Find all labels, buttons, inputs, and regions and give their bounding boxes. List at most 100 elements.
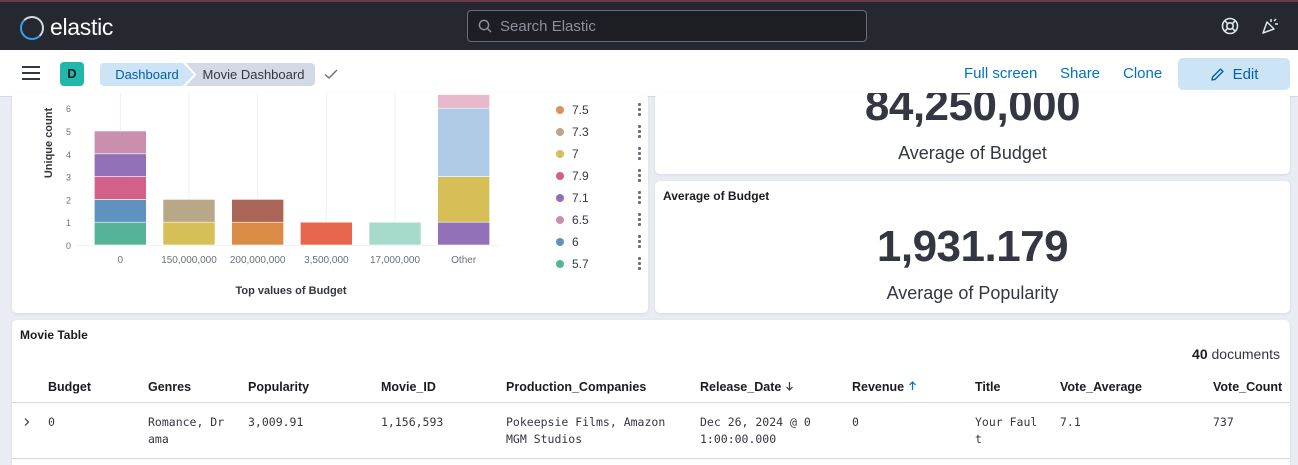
bar-segment [94, 176, 147, 200]
budget-bar-chart-panel: 0 1 2 3 4 5 6 0 150,000,000 200,000,000 3,500,000 1… [12, 93, 648, 313]
expand-row-chevron-icon[interactable] [22, 417, 32, 427]
column-header-budget[interactable]: Budget [48, 380, 91, 394]
column-header-revenue-label: Revenue [852, 380, 905, 394]
clone-link[interactable]: Clone [1123, 65, 1162, 82]
movie-table-title: Movie Table [20, 328, 88, 342]
y-tick-label: 3 [66, 173, 71, 183]
column-header-production-companies[interactable]: Production_Companies [506, 380, 646, 394]
column-header-vote-count[interactable]: Vote_Count [1213, 380, 1282, 394]
bar-segment [231, 221, 284, 246]
legend-label: 7.3 [572, 125, 589, 139]
y-tick-label: 5 [66, 127, 71, 137]
column-header-vote-average[interactable]: Vote_Average [1060, 380, 1142, 394]
edit-button[interactable]: Edit [1178, 58, 1290, 90]
legend-actions-icon[interactable] [638, 169, 642, 183]
column-header-movie-id[interactable]: Movie_ID [381, 380, 436, 394]
bar-segment [437, 221, 490, 246]
dashboard-nav-bar: D Dashboard Movie Dashboard [0, 50, 1298, 97]
column-header-genres[interactable]: Genres [148, 380, 191, 394]
x-tick-label: 150,000,000 [161, 255, 217, 266]
bar-segment [437, 176, 490, 223]
average-popularity-value: 1,931.179 [876, 222, 1069, 271]
cell-title: Your Faul t [975, 415, 1038, 446]
x-axis-title: Top values of Budget [235, 285, 346, 297]
column-header-release-date[interactable]: Release_Date [700, 380, 794, 394]
lifebuoy-icon[interactable] [1220, 16, 1240, 36]
legend-label: 6.5 [572, 213, 589, 227]
cell-production-companies: Pokeepsie Films, Amazon MGM Studios [506, 415, 666, 446]
y-tick-label: 0 [66, 241, 71, 251]
legend-actions-icon[interactable] [638, 257, 642, 271]
bar-segment [437, 107, 490, 177]
sort-descending-icon [785, 382, 793, 391]
movie-table-panel: Movie Table 40 documents Budget Genres P… [12, 320, 1290, 465]
bar-segment [231, 199, 284, 223]
legend-color-dot [556, 106, 564, 114]
legend-actions-icon[interactable] [638, 103, 642, 117]
bar-segment [300, 221, 353, 246]
elastic-logo-mark-icon [20, 15, 44, 40]
legend-color-dot [556, 172, 564, 180]
cell-vote-average: 7.1 [1060, 415, 1081, 429]
x-tick-label: 17,000,000 [370, 255, 420, 266]
column-header-popularity[interactable]: Popularity [248, 380, 309, 394]
global-search[interactable] [467, 10, 867, 42]
legend-actions-icon[interactable] [638, 125, 642, 139]
search-input[interactable] [500, 17, 850, 35]
bar-segment [437, 94, 490, 109]
bar-segment [94, 130, 147, 155]
x-tick-label: Other [451, 255, 477, 266]
elastic-logo[interactable]: elastic [20, 14, 113, 41]
cell-popularity: 3,009.91 [248, 415, 304, 429]
space-avatar[interactable]: D [60, 62, 84, 86]
legend-item[interactable]: 7 [547, 147, 642, 161]
legend-item[interactable]: 7.5 [547, 103, 642, 117]
table-row[interactable]: 0 Romance, Dr ama 3,009.91 1,156,593 Pok… [12, 404, 1290, 459]
y-axis-title: Unique count [43, 108, 55, 179]
pencil-icon [1210, 67, 1224, 81]
check-icon [324, 69, 338, 79]
cell-movie-id: 1,156,593 [381, 415, 444, 429]
average-popularity-label: Average of Popularity [886, 283, 1059, 303]
bar-segment [368, 221, 422, 246]
sort-ascending-icon [908, 381, 916, 390]
legend-label: 7.9 [572, 169, 589, 183]
bar-segment [94, 221, 147, 246]
hamburger-menu-icon[interactable] [22, 66, 40, 80]
legend-color-dot [556, 216, 564, 224]
legend-item[interactable]: 7.9 [547, 169, 642, 183]
legend-label: 5.7 [572, 257, 589, 271]
legend-item[interactable]: 6 [547, 235, 642, 249]
legend-color-dot [556, 238, 564, 246]
full-screen-link[interactable]: Full screen [964, 65, 1037, 82]
panel-title: Average of Budget [663, 189, 770, 203]
y-tick-label: 4 [66, 150, 71, 160]
y-tick-label: 2 [66, 195, 71, 205]
breadcrumb-dashboard[interactable]: Dashboard [100, 63, 194, 86]
legend-label: 7.1 [572, 191, 589, 205]
average-budget-value: 84,250,000 [864, 93, 1081, 130]
average-budget-metric-panel: 84,250,000 Average of Budget [655, 93, 1290, 174]
cell-release-date: Dec 26, 2024 @ 0 1:00:00.000 [700, 415, 811, 446]
legend-actions-icon[interactable] [638, 147, 642, 161]
party-popper-icon[interactable] [1260, 16, 1280, 36]
legend-item[interactable]: 5.7 [547, 257, 642, 271]
bar-segment [162, 221, 216, 246]
brand-name: elastic [50, 14, 114, 40]
cell-revenue: 0 [852, 415, 859, 429]
document-count-number: 40 [1192, 346, 1208, 362]
legend-item[interactable]: 7.1 [547, 191, 642, 205]
document-count: 40 documents [1192, 346, 1280, 362]
share-link[interactable]: Share [1060, 65, 1100, 82]
legend-color-dot [556, 260, 564, 268]
column-header-revenue[interactable]: Revenue [852, 380, 917, 394]
search-icon [478, 19, 492, 33]
legend-item[interactable]: 6.5 [547, 213, 642, 227]
stacked-bar-chart[interactable]: 0 1 2 3 4 5 6 0 150,000,000 200,000,000 3,500,000 1… [12, 93, 542, 313]
legend-actions-icon[interactable] [638, 235, 642, 249]
x-tick-label: 0 [118, 255, 124, 266]
legend-actions-icon[interactable] [638, 191, 642, 205]
legend-actions-icon[interactable] [638, 213, 642, 227]
legend-item[interactable]: 7.3 [547, 125, 642, 139]
column-header-title[interactable]: Title [975, 380, 1000, 394]
